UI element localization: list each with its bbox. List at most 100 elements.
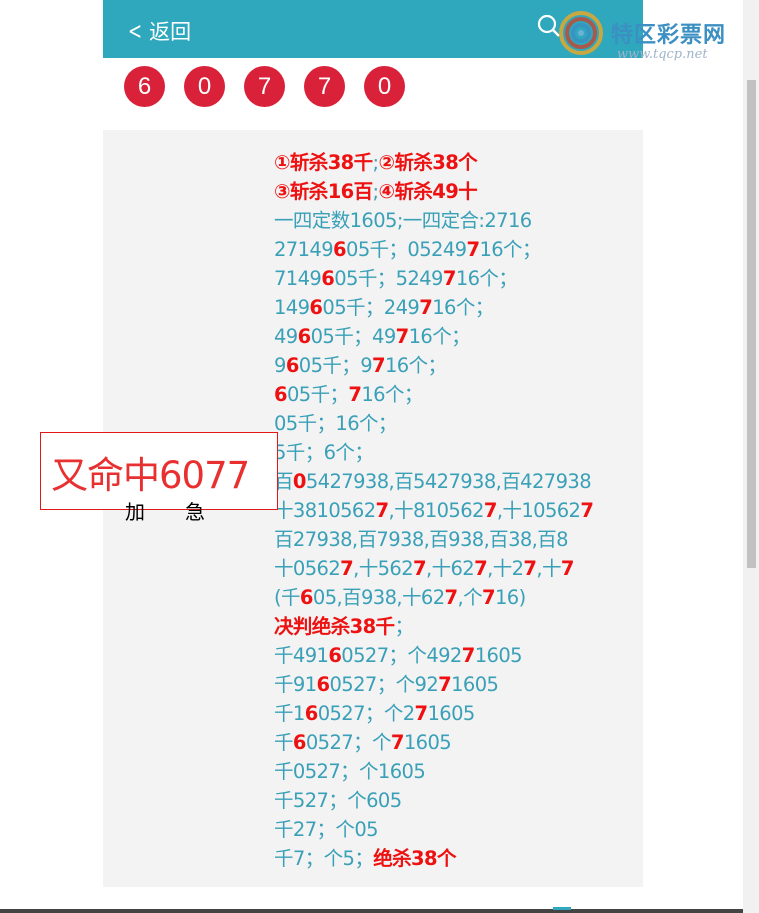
plain-text: ,十810562 [388, 499, 485, 522]
plain-text: 05千；16个； [274, 412, 397, 435]
plain-text: ,十10562 [496, 499, 581, 522]
content-line: 千160527；个271605 [274, 699, 634, 728]
plain-text: ,十562 [353, 557, 414, 580]
content-line: 千527；个605 [274, 786, 634, 815]
plain-text: 千 [274, 731, 294, 754]
plain-text: 16) [494, 586, 526, 609]
highlight-text: ①斩杀38千 [274, 151, 373, 174]
highlight-text: 7 [560, 557, 575, 580]
result-balls: 6 0 7 7 0 [124, 66, 405, 107]
plain-text: 16个； [479, 238, 541, 261]
plain-text: 49 [274, 325, 298, 348]
promo-box[interactable]: 又命中6077 加急 [40, 432, 278, 524]
highlight-text: 7 [474, 557, 488, 580]
plain-text: 0527；个92 [329, 673, 439, 696]
logo-swirl-icon [559, 11, 603, 55]
highlight-text: 7 [523, 557, 537, 580]
content-line: 149605千；249716个； [274, 293, 634, 322]
scrollbar[interactable] [743, 0, 759, 913]
plain-text: 16个； [384, 354, 447, 377]
highlight-text: 7 [390, 731, 405, 754]
highlight-text: 6 [299, 586, 314, 609]
plain-text: 05千；05249 [346, 238, 467, 261]
promo-headline: 又命中6077 [51, 454, 250, 497]
plain-text: 0527；个2 [317, 702, 415, 725]
highlight-text: 0 [292, 470, 307, 493]
plain-text: 1605 [403, 731, 452, 754]
scrollbar-thumb[interactable] [747, 80, 756, 568]
highlight-text: 7 [375, 499, 390, 522]
content-line: 7149605千；5249716个； [274, 264, 634, 293]
highlight-text: ④斩杀49十 [378, 180, 478, 203]
plain-text: ,十2 [487, 557, 524, 580]
content-line: 千27；个05 [274, 815, 634, 844]
site-logo: 特区彩票网 www.tqcp.net [553, 3, 753, 63]
highlight-text: ③斩杀16百 [274, 180, 373, 203]
plain-text: 05千；5249 [334, 267, 443, 290]
content-line: ①斩杀38千;②斩杀38个 [274, 148, 634, 177]
back-label: 返回 [149, 20, 192, 44]
bottom-edge [0, 909, 743, 913]
plain-text: 05千；9 [298, 354, 373, 377]
plain-text: 1605 [451, 673, 499, 696]
highlight-text: 6 [274, 383, 288, 406]
plain-text: 十3810562 [274, 499, 376, 522]
highlight-text: 7 [340, 557, 354, 580]
plain-text: 十0562 [274, 557, 341, 580]
plain-text: ,十62 [426, 557, 475, 580]
promo-subtext: 加急 [125, 500, 245, 524]
back-button[interactable]: < 返回 [125, 16, 191, 46]
plain-text: 16个； [408, 325, 471, 348]
highlight-text: 6 [309, 296, 323, 319]
plain-text: ； [394, 615, 414, 638]
highlight-text: 绝杀38个 [373, 847, 456, 870]
plain-text: 千7；个5； [274, 847, 374, 870]
plain-text: 1605 [474, 644, 523, 667]
chevron-left-icon: < [128, 17, 143, 45]
content-line: 5千；6个； [274, 438, 634, 467]
plain-text: 16个； [361, 383, 423, 406]
content-line: 千49160527；个49271605 [274, 641, 634, 670]
highlight-text: 6 [328, 644, 342, 667]
highlight-text: 6 [321, 267, 335, 290]
plain-text: ,十 [536, 557, 561, 580]
result-ball: 6 [124, 66, 165, 107]
content-line: 27149605千；05249716个； [274, 235, 634, 264]
highlight-text: ②斩杀38个 [378, 151, 478, 174]
plain-text: 05,百938,十62 [312, 586, 445, 609]
plain-text: 千91 [274, 673, 317, 696]
plain-text: 千527；个605 [274, 789, 402, 812]
highlight-text: 7 [466, 238, 480, 261]
plain-text: 5427938,百5427938,百427938 [305, 470, 592, 493]
result-ball: 0 [364, 66, 405, 107]
highlight-text: 7 [482, 586, 496, 609]
bottom-tab-indicator [553, 907, 571, 910]
highlight-text: 7 [372, 354, 386, 377]
result-ball: 7 [244, 66, 285, 107]
result-ball: 0 [184, 66, 225, 107]
plain-text: 05千；249 [322, 296, 420, 319]
highlight-text: 7 [395, 325, 410, 348]
plain-text: 千491 [274, 644, 329, 667]
content-line: 百27938,百7938,百938,百38,百8 [274, 525, 634, 554]
plain-text: ,个 [457, 586, 483, 609]
highlight-text: 7 [414, 702, 429, 725]
highlight-text: 7 [438, 673, 452, 696]
content-line: 一四定数1605;一四定合:2716 [274, 206, 634, 235]
plain-text: 一四定数1605;一四定合:2716 [274, 209, 532, 232]
plain-text: 千0527；个1605 [274, 760, 426, 783]
highlight-text: 6 [285, 354, 300, 377]
plain-text: 千1 [274, 702, 305, 725]
content-line: 49605千；49716个； [274, 322, 634, 351]
highlight-text: 6 [292, 731, 307, 754]
highlight-text: 7 [483, 499, 498, 522]
plain-text: 05千；49 [310, 325, 397, 348]
plain-text: 05千； [286, 383, 349, 406]
highlight-text: 6 [297, 325, 312, 348]
highlight-text: 6 [304, 702, 319, 725]
content-line: 百05427938,百5427938,百427938 [274, 467, 634, 496]
content-line: 9605千；9716个； [274, 351, 634, 380]
plain-text: 16个； [455, 267, 518, 290]
content-line: ③斩杀16百;④斩杀49十 [274, 177, 634, 206]
plain-text: 149 [274, 296, 310, 319]
